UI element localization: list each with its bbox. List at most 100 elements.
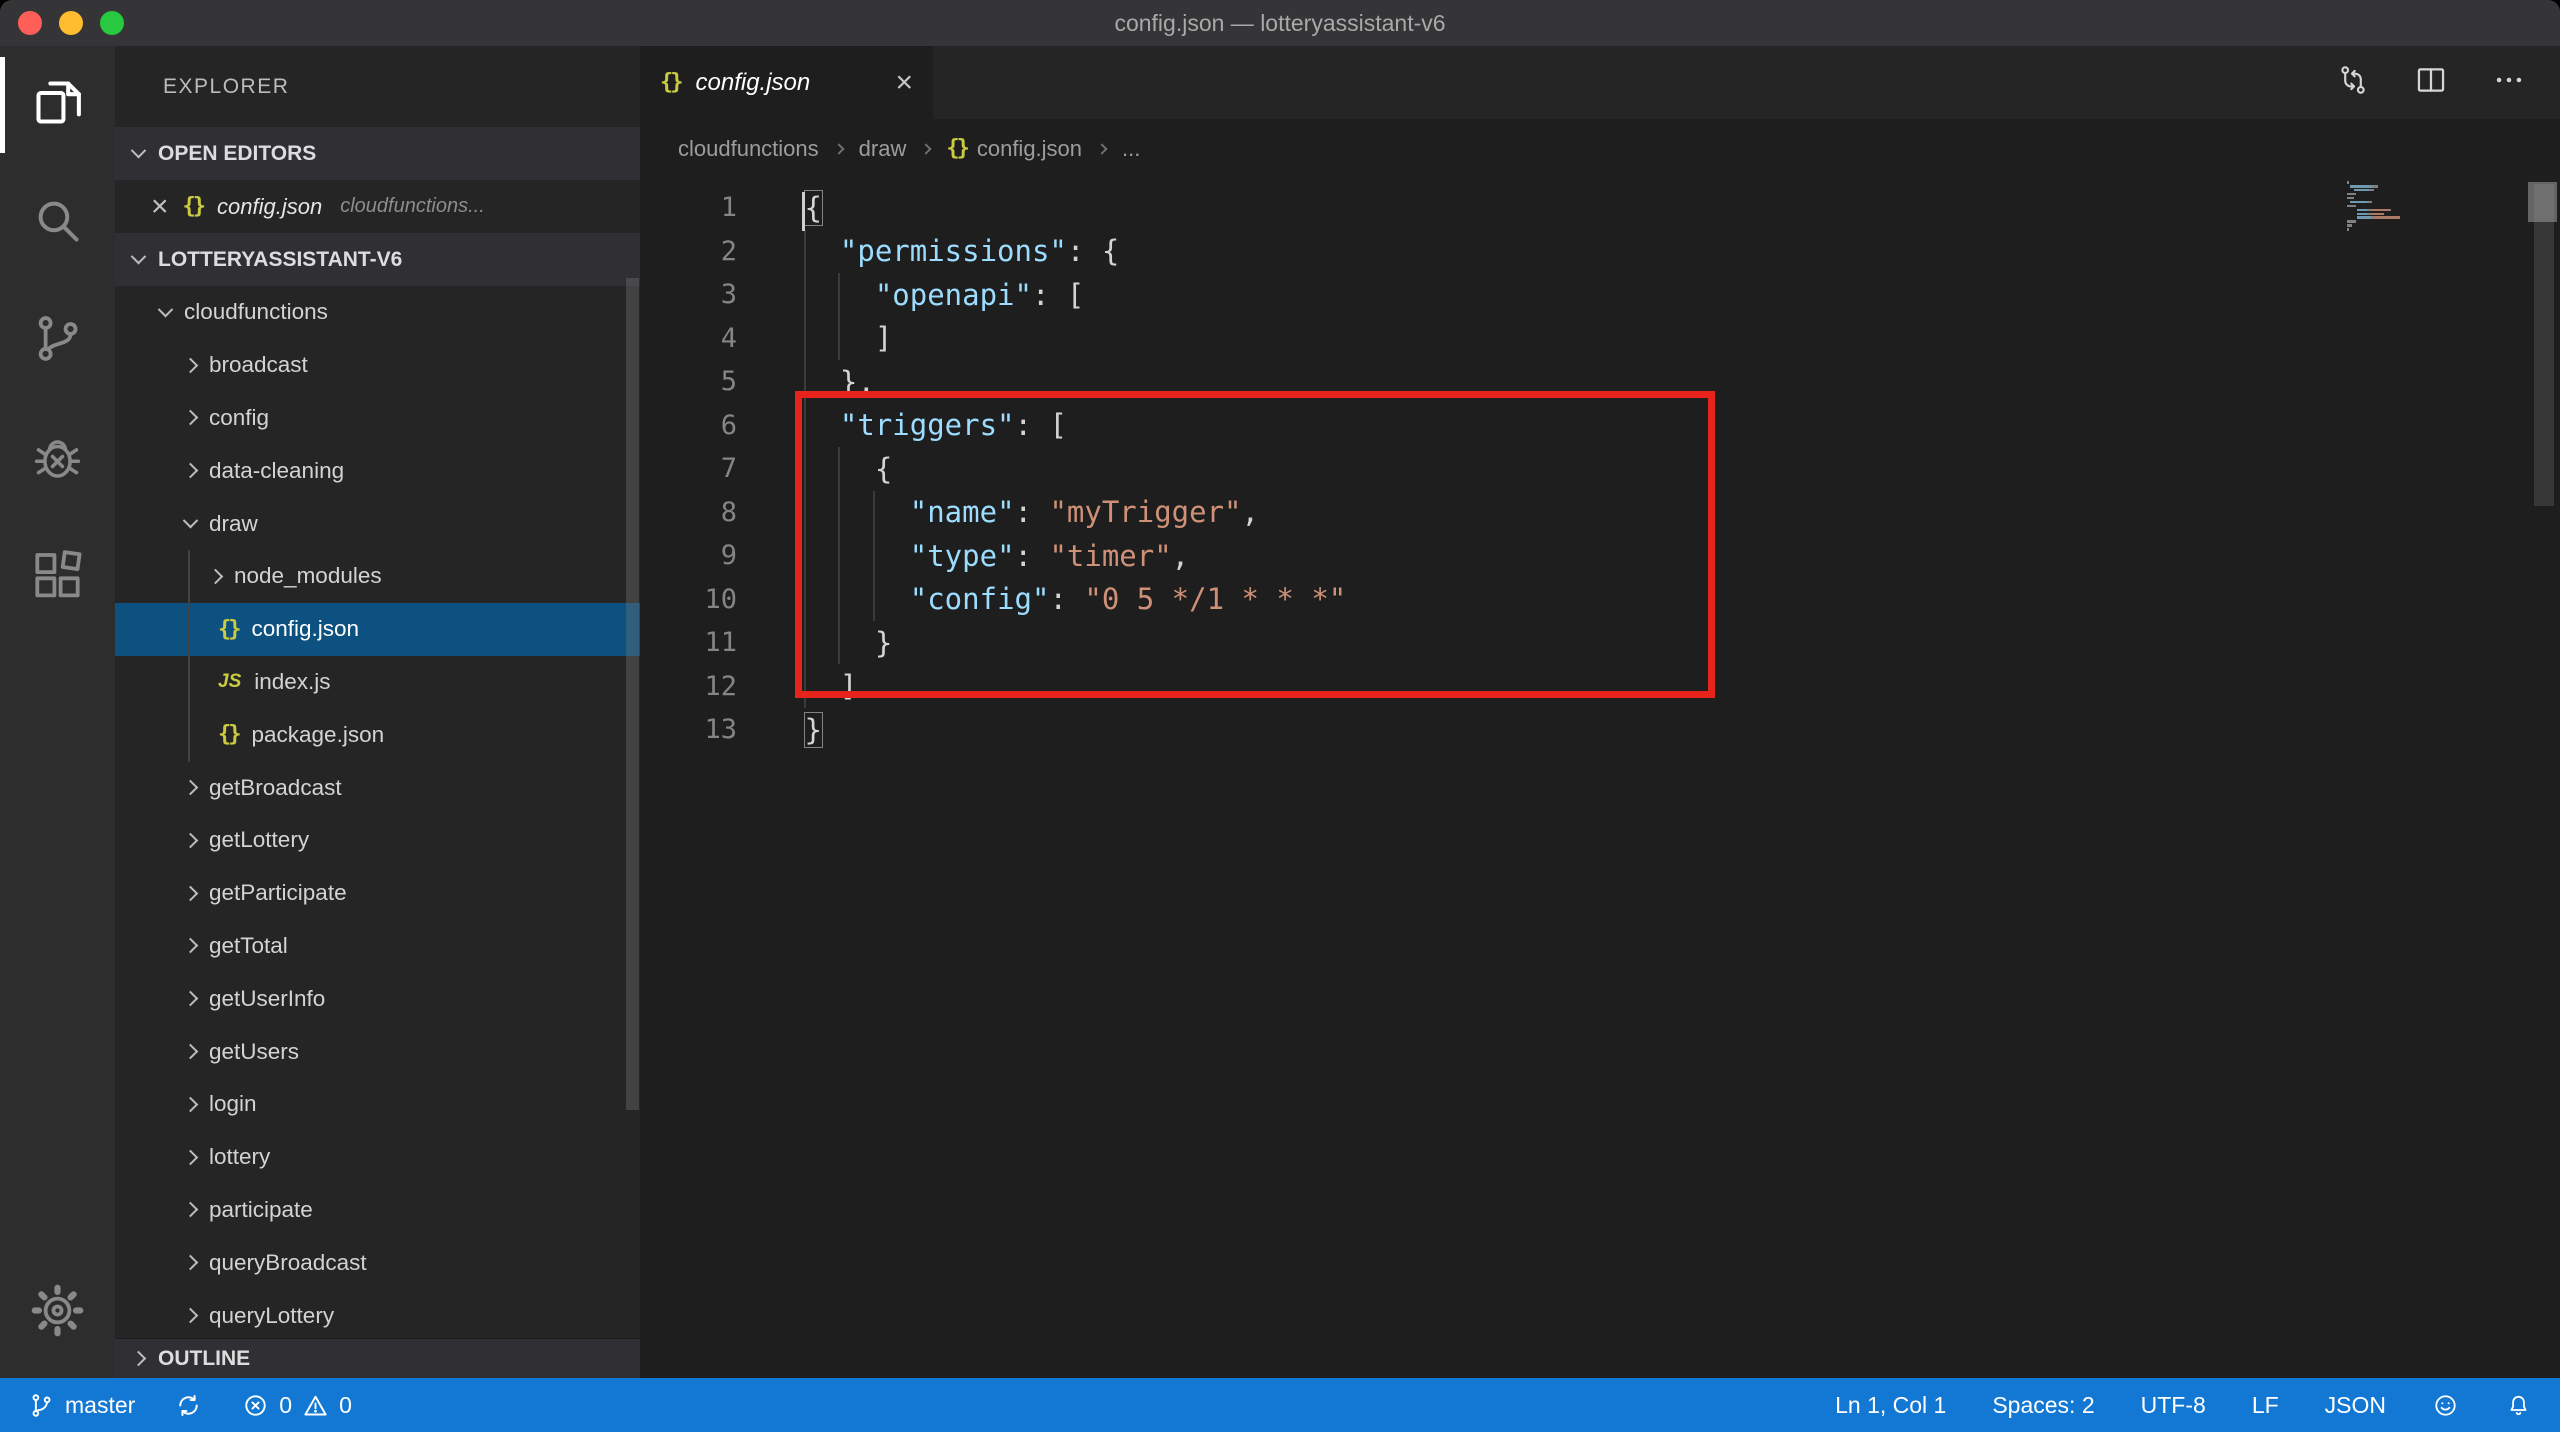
status-notifications[interactable] — [2505, 1392, 2532, 1419]
tab-close-icon[interactable]: × — [895, 68, 913, 98]
code-line-4[interactable]: 4 ] — [640, 317, 2560, 361]
close-icon[interactable]: × — [151, 192, 169, 222]
line-number: 4 — [640, 323, 737, 354]
tree-item-label: participate — [209, 1197, 313, 1223]
tree-item-cloudfunctions[interactable]: cloudfunctions — [115, 286, 640, 339]
tree-item-getUsers[interactable]: getUsers — [115, 1025, 640, 1078]
tree-item-draw[interactable]: draw — [115, 497, 640, 550]
line-number: 2 — [640, 236, 737, 267]
git-branch-status[interactable]: master — [28, 1392, 135, 1419]
zoom-window-button[interactable] — [100, 11, 124, 35]
tree-item-getBroadcast[interactable]: getBroadcast — [115, 761, 640, 814]
code-line-3[interactable]: 3 "openapi": [ — [640, 273, 2560, 317]
code-line-1[interactable]: 1{ — [640, 186, 2560, 230]
minimap-scrollbar[interactable] — [2534, 184, 2554, 506]
tree-item-participate[interactable]: participate — [115, 1184, 640, 1237]
problems-status[interactable]: 0 0 — [242, 1392, 352, 1419]
file-tree: cloudfunctionsbroadcastconfigdata-cleani… — [115, 286, 640, 1378]
minimap[interactable] — [2347, 181, 2427, 232]
activity-bar-item-search[interactable] — [0, 164, 115, 282]
files-icon — [29, 74, 86, 136]
tree-item-label: login — [209, 1091, 257, 1117]
code-line-13[interactable]: 13} — [640, 708, 2560, 752]
more-actions-button[interactable] — [2492, 63, 2526, 102]
tree-item-queryLottery[interactable]: queryLottery — [115, 1289, 640, 1342]
tree-item-label: getTotal — [209, 933, 288, 959]
sidebar-scrollbar[interactable] — [626, 278, 639, 1110]
source-control-icon — [29, 310, 86, 372]
json-file-icon: {} — [183, 194, 204, 219]
tree-item-config[interactable]: config — [115, 392, 640, 445]
chevron-down-icon — [158, 302, 174, 318]
tree-item-package.json[interactable]: {}package.json — [115, 708, 640, 761]
json-file-icon: {} — [218, 617, 239, 642]
chevron-right-icon — [183, 938, 199, 954]
close-window-button[interactable] — [18, 11, 42, 35]
split-editor-button[interactable] — [2414, 63, 2448, 102]
sync-icon — [175, 1392, 202, 1419]
sync-button[interactable] — [175, 1392, 202, 1419]
status-feedback[interactable] — [2432, 1392, 2459, 1419]
chevron-right-icon — [1096, 143, 1107, 154]
open-editor-filename: config.json — [217, 194, 322, 220]
breadcrumb-item-cloudfunctions[interactable]: cloudfunctions — [678, 136, 819, 162]
activity-bar-item-run-debug[interactable] — [0, 400, 115, 518]
minimap-slider[interactable] — [2528, 182, 2557, 222]
tree-item-label: queryLottery — [209, 1303, 334, 1329]
tree-item-queryBroadcast[interactable]: queryBroadcast — [115, 1236, 640, 1289]
tree-item-getTotal[interactable]: getTotal — [115, 920, 640, 973]
breadcrumb-item-configjson[interactable]: {}config.json — [946, 136, 1082, 162]
tree-item-getParticipate[interactable]: getParticipate — [115, 867, 640, 920]
activity-bar-item-explorer[interactable] — [0, 46, 115, 164]
branch-name: master — [65, 1392, 135, 1419]
tree-item-config.json[interactable]: {} config.json — [115, 603, 640, 656]
minimize-window-button[interactable] — [59, 11, 83, 35]
editor-actions — [2336, 46, 2560, 119]
tree-item-getLottery[interactable]: getLottery — [115, 814, 640, 867]
gear-icon — [29, 1282, 86, 1344]
status-eol[interactable]: LF — [2252, 1392, 2279, 1419]
section-outline[interactable]: OUTLINE — [115, 1338, 640, 1378]
section-project[interactable]: LOTTERYASSISTANT-V6 — [115, 233, 640, 286]
chevron-right-icon — [131, 1351, 147, 1367]
editor-group: {} config.json × cloudfunctions draw {}con… — [640, 46, 2560, 1378]
line-number: 9 — [640, 540, 737, 571]
tree-item-label: getLottery — [209, 827, 309, 853]
status-indentation[interactable]: Spaces: 2 — [1992, 1392, 2094, 1419]
status-language-mode[interactable]: JSON — [2325, 1392, 2386, 1419]
open-editor-item[interactable]: × {} config.json cloudfunctions... — [115, 180, 640, 233]
tree-item-label: config.json — [252, 616, 360, 642]
line-number: 3 — [640, 279, 737, 310]
tree-item-broadcast[interactable]: broadcast — [115, 339, 640, 392]
code-text: "permissions": { — [805, 234, 1119, 268]
tree-item-label: package.json — [252, 722, 385, 748]
status-encoding[interactable]: UTF-8 — [2141, 1392, 2206, 1419]
tab-label: config.json — [696, 69, 811, 97]
titlebar[interactable]: config.json — lotteryassistant-v6 — [0, 0, 2560, 46]
activity-bar-item-settings[interactable] — [0, 1254, 115, 1372]
chevron-right-icon — [833, 143, 844, 154]
chevron-right-icon — [183, 991, 199, 1007]
tree-item-data-cleaning[interactable]: data-cleaning — [115, 444, 640, 497]
section-open-editors[interactable]: OPEN EDITORS — [115, 127, 640, 180]
activity-bar-item-source-control[interactable] — [0, 282, 115, 400]
tree-item-getUserInfo[interactable]: getUserInfo — [115, 972, 640, 1025]
activity-bar-item-extensions[interactable] — [0, 518, 115, 636]
status-cursor-position[interactable]: Ln 1, Col 1 — [1835, 1392, 1946, 1419]
tree-item-login[interactable]: login — [115, 1078, 640, 1131]
tree-item-lottery[interactable]: lottery — [115, 1131, 640, 1184]
open-changes-button[interactable] — [2336, 63, 2370, 102]
indent-guide — [838, 273, 840, 360]
indent-guide — [188, 550, 190, 762]
tab-config-json[interactable]: {} config.json × — [640, 46, 933, 119]
code-line-2[interactable]: 2 "permissions": { — [640, 230, 2560, 274]
chevron-right-icon — [183, 1044, 199, 1060]
breadcrumb-item-[interactable]: ... — [1122, 136, 1140, 162]
tree-item-label: lottery — [209, 1144, 270, 1170]
tree-item-node_modules[interactable]: node_modules — [115, 550, 640, 603]
sidebar-title: EXPLORER — [115, 46, 640, 127]
breadcrumb-item-draw[interactable]: draw — [859, 136, 907, 162]
tree-item-index.js[interactable]: JSindex.js — [115, 656, 640, 709]
chevron-right-icon — [183, 1308, 199, 1324]
code-editor[interactable]: 1{2 "permissions": {3 "openapi": [4 ]5 }… — [640, 178, 2560, 1378]
